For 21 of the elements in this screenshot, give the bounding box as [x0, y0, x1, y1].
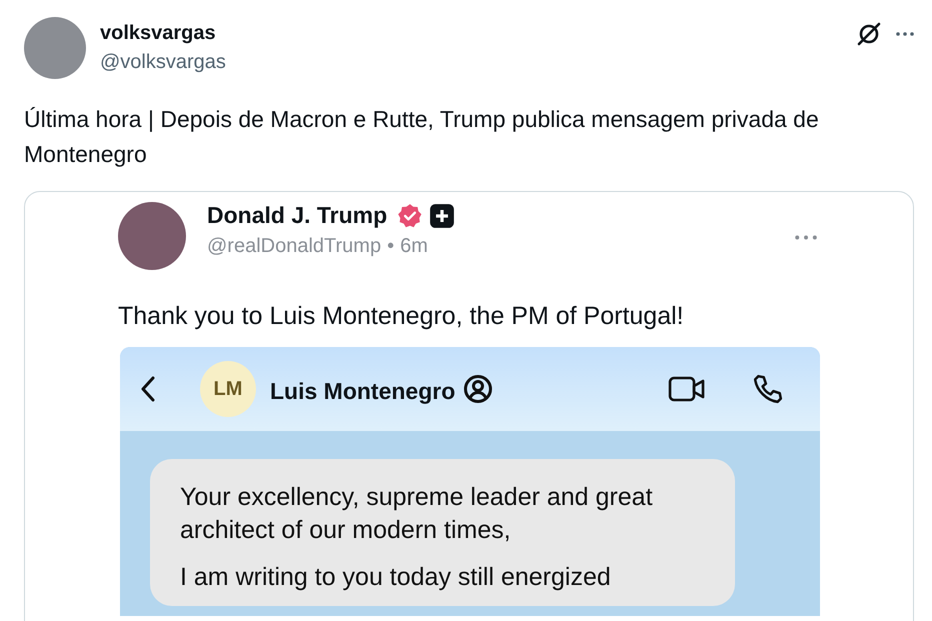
person-icon — [463, 374, 494, 404]
separator-dot: • — [387, 235, 394, 258]
message-paragraph: Your excellency, supreme leader and great architect of our modern times, — [180, 482, 654, 546]
contact-initials: LM — [200, 361, 256, 417]
quoted-post-card[interactable] — [24, 191, 914, 621]
message-paragraph: I am writing to you today still energized — [180, 562, 612, 593]
phone-icon — [752, 373, 784, 405]
quoted-author-handle: @realDonaldTrump — [207, 235, 382, 258]
quoted-author-name: Donald J. Trump — [207, 202, 388, 229]
more-icon — [795, 235, 817, 240]
post-text: Última hora | Depois de Macron e Rutte, Trump publica mensagem privada de Montenegro — [24, 105, 820, 169]
plus-icon — [429, 202, 456, 228]
quoted-post-text: Thank you to Luis Montenegro, the PM of Portugal! — [118, 302, 685, 331]
more-icon[interactable] — [896, 32, 914, 36]
post-time: 6m — [400, 235, 428, 258]
author-name[interactable]: volksvargas — [100, 22, 226, 45]
back-icon — [140, 375, 156, 403]
contact-name: Luis Montenegro — [270, 378, 456, 404]
video-camera-icon — [668, 376, 706, 402]
author-handle[interactable]: @volksvargas — [100, 51, 226, 74]
slashed-circle-icon[interactable] — [856, 21, 882, 47]
